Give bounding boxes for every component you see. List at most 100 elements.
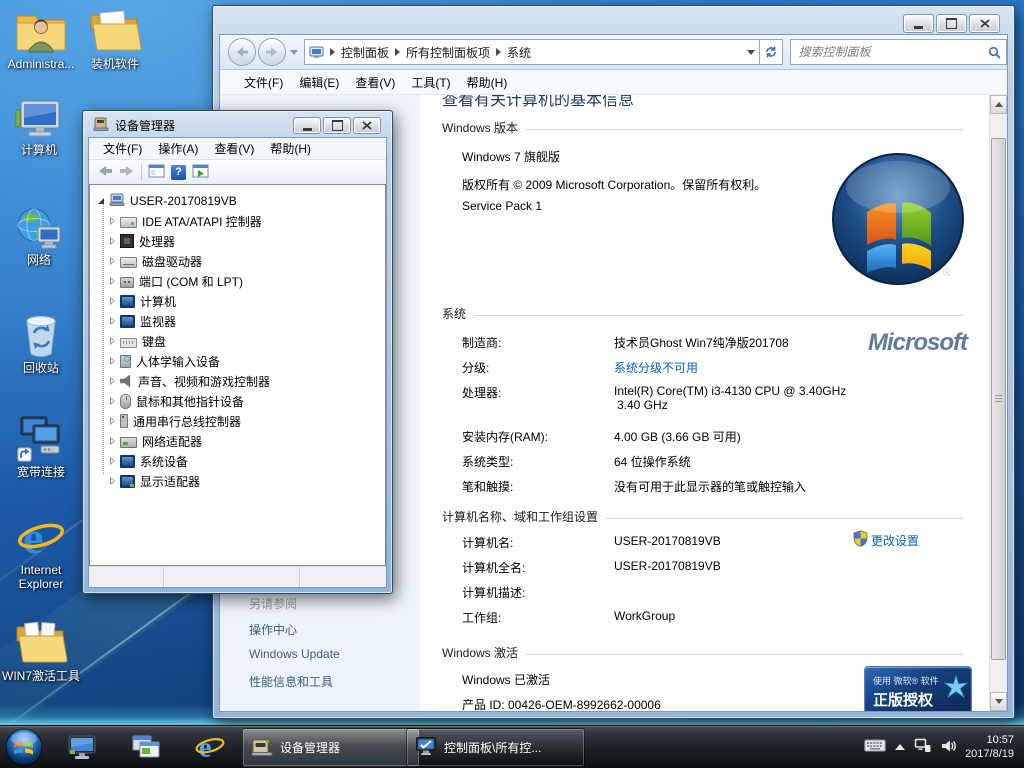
- back-button[interactable]: [228, 38, 256, 66]
- pinned-explorer-icon[interactable]: [126, 731, 166, 763]
- desktop-icon-win7-activator[interactable]: WIN7激活工具: [2, 618, 80, 683]
- tree-node[interactable]: IDE ATA/ATAPI 控制器: [110, 211, 262, 231]
- expand-icon[interactable]: [110, 257, 115, 265]
- expand-icon[interactable]: [110, 377, 115, 385]
- tree-node[interactable]: 声音、视频和游戏控制器: [110, 371, 270, 391]
- menu-help[interactable]: 帮助(H): [459, 74, 516, 91]
- menu-view[interactable]: 查看(V): [347, 74, 403, 91]
- back-button[interactable]: [97, 165, 113, 180]
- scroll-up-button[interactable]: [990, 95, 1007, 114]
- breadcrumb-arrow-icon[interactable]: [330, 48, 335, 56]
- task-button-control-panel[interactable]: 控制面板\所有控...: [406, 728, 585, 767]
- tree-node[interactable]: 鼠标和其他指针设备: [110, 391, 244, 411]
- forward-button[interactable]: [119, 165, 135, 180]
- scrollbar-thumb[interactable]: [991, 138, 1006, 660]
- network-tray-icon[interactable]: [914, 738, 932, 756]
- minimize-button[interactable]: [903, 14, 934, 33]
- desktop-icon-broadband[interactable]: 宽带连接: [2, 414, 80, 479]
- tree-node[interactable]: 通用串行总线控制器: [110, 411, 241, 431]
- desktop-icon-administrator[interactable]: Administra...: [2, 6, 80, 71]
- vertical-scrollbar[interactable]: [989, 95, 1007, 711]
- expand-icon[interactable]: [110, 357, 115, 365]
- menu-edit[interactable]: 编辑(E): [291, 74, 347, 91]
- task-button-device-manager[interactable]: 设备管理器: [242, 728, 420, 767]
- titlebar[interactable]: [213, 6, 1014, 34]
- menu-file[interactable]: 文件(F): [236, 74, 291, 91]
- menu-file[interactable]: 文件(F): [95, 140, 150, 157]
- minimize-button[interactable]: [293, 117, 321, 134]
- tree-node[interactable]: 处理器: [110, 231, 175, 251]
- recent-pages-dropdown[interactable]: [290, 50, 298, 55]
- volume-tray-icon[interactable]: [941, 739, 956, 756]
- breadcrumb-arrow-icon[interactable]: [395, 48, 400, 56]
- maximize-button[interactable]: [323, 117, 351, 134]
- breadcrumb-arrow-icon[interactable]: [496, 48, 501, 56]
- address-bar[interactable]: 控制面板 所有控制面板项 系统: [304, 39, 760, 65]
- desktop-icon-internet-explorer[interactable]: e Internet Explorer: [2, 514, 80, 591]
- tree-node[interactable]: 键盘: [110, 331, 166, 351]
- menu-help[interactable]: 帮助(H): [262, 140, 319, 157]
- tree-node[interactable]: 磁盘驱动器: [110, 251, 202, 271]
- titlebar[interactable]: 设备管理器: [93, 117, 175, 134]
- tree-node[interactable]: 系统设备: [110, 451, 188, 471]
- tree-root-node[interactable]: USER-20170819VB: [98, 191, 237, 211]
- tree-node[interactable]: 显示适配器: [110, 471, 200, 491]
- pinned-display-icon[interactable]: [62, 731, 102, 763]
- scan-hardware-button[interactable]: [192, 164, 209, 181]
- change-settings-link[interactable]: 更改设置: [871, 532, 919, 549]
- tree-node[interactable]: 监视器: [110, 311, 176, 331]
- section-header-activation: Windows 激活: [442, 644, 964, 661]
- forward-button[interactable]: [258, 38, 286, 66]
- sidebar-link-windows-update[interactable]: Windows Update: [249, 647, 340, 661]
- sidebar-link-performance[interactable]: 性能信息和工具: [249, 673, 333, 690]
- desktop-icon-install-software[interactable]: 装机软件: [76, 6, 154, 71]
- device-tree[interactable]: USER-20170819VB IDE ATA/ATAPI 控制器 处理器 磁盘…: [89, 184, 386, 566]
- close-button[interactable]: [353, 117, 381, 134]
- section-rule: [474, 315, 964, 316]
- genuine-software-badge[interactable]: 使用 微软® 软件 正版授权: [864, 666, 972, 711]
- search-input[interactable]: [796, 44, 988, 60]
- expand-icon[interactable]: [110, 317, 115, 325]
- menu-tools[interactable]: 工具(T): [403, 74, 458, 91]
- expand-icon[interactable]: [110, 437, 115, 445]
- expand-icon[interactable]: [110, 217, 115, 225]
- menu-view[interactable]: 查看(V): [206, 140, 262, 157]
- rating-unavailable-link[interactable]: 系统分级不可用: [614, 359, 698, 376]
- address-dropdown-icon[interactable]: [747, 50, 755, 55]
- maximize-button[interactable]: [936, 14, 967, 33]
- expand-icon[interactable]: [110, 277, 115, 285]
- tree-node[interactable]: 端口 (COM 和 LPT): [110, 271, 243, 291]
- expand-icon[interactable]: [110, 457, 115, 465]
- pinned-internet-explorer-icon[interactable]: e: [190, 731, 230, 763]
- tree-node[interactable]: 人体学输入设备: [110, 351, 220, 371]
- expand-icon[interactable]: [110, 297, 115, 305]
- expand-icon[interactable]: [110, 477, 115, 485]
- menu-action[interactable]: 操作(A): [150, 140, 206, 157]
- close-button[interactable]: [969, 14, 1000, 33]
- desktop-icon-computer[interactable]: 计算机: [0, 100, 78, 157]
- breadcrumb-all-items[interactable]: 所有控制面板项: [406, 44, 490, 61]
- scroll-down-button[interactable]: [990, 692, 1007, 711]
- input-method-keyboard-icon[interactable]: [864, 739, 886, 755]
- expand-icon[interactable]: [110, 337, 115, 345]
- desktop-icon-network[interactable]: 网络: [0, 206, 78, 267]
- collapse-icon[interactable]: [98, 198, 104, 204]
- tree-node-label: 端口 (COM 和 LPT): [139, 273, 243, 290]
- show-hidden-icons-button[interactable]: [895, 744, 905, 750]
- tree-node[interactable]: 计算机: [110, 291, 176, 311]
- breadcrumb-system[interactable]: 系统: [507, 44, 531, 61]
- expand-icon[interactable]: [110, 397, 115, 405]
- search-icon[interactable]: [988, 46, 1001, 59]
- help-button[interactable]: ?: [171, 165, 186, 180]
- refresh-button[interactable]: [760, 39, 783, 65]
- start-button[interactable]: [5, 728, 43, 768]
- expand-icon[interactable]: [110, 237, 115, 245]
- show-console-tree-button[interactable]: [148, 164, 165, 181]
- breadcrumb-control-panel[interactable]: 控制面板: [341, 44, 389, 61]
- tree-node[interactable]: 网络适配器: [110, 431, 202, 451]
- sidebar-link-action-center[interactable]: 操作中心: [249, 621, 297, 638]
- desktop-icon-label: 装机软件: [76, 57, 154, 71]
- desktop-icon-recycle-bin[interactable]: 回收站: [2, 310, 80, 375]
- expand-icon[interactable]: [110, 417, 115, 425]
- clock[interactable]: 10:57 2017/8/19: [965, 733, 1014, 761]
